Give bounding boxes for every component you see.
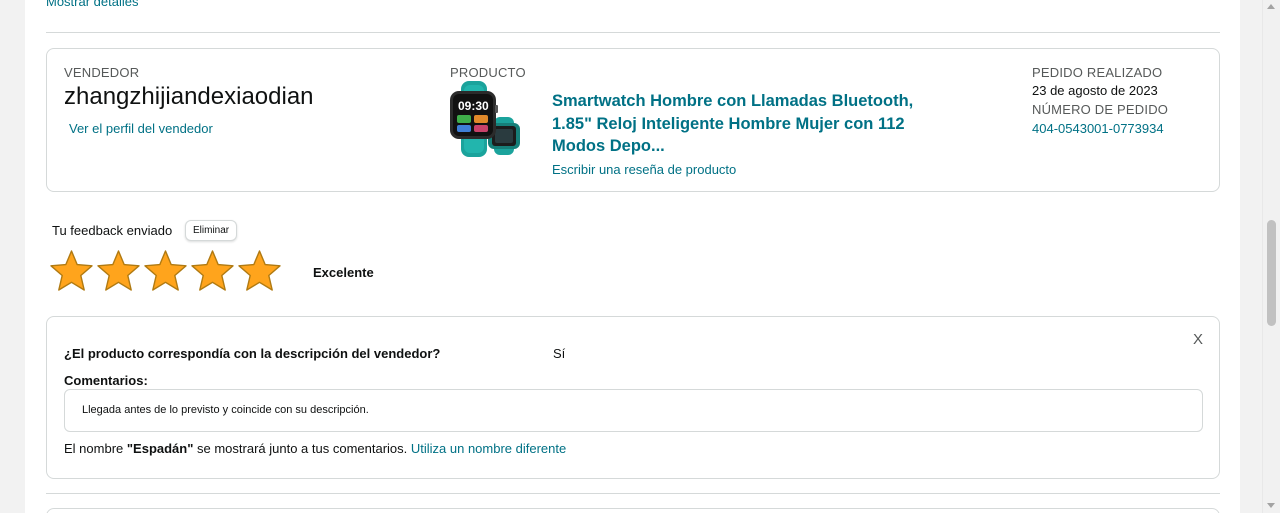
comment-text: Llegada antes de lo previsto y coincide … (82, 404, 369, 416)
order-card: VENDEDOR zhangzhijiandexiaodian Ver el p… (46, 48, 1220, 192)
product-title-link[interactable]: Smartwatch Hombre con Llamadas Bluetooth… (552, 90, 942, 158)
star-icon[interactable] (189, 249, 236, 293)
product-image[interactable]: 09:30 (448, 79, 528, 159)
star-rating[interactable] (48, 249, 283, 293)
watch-time: 09:30 (458, 99, 489, 113)
feedback-question-card: X ¿El producto correspondía con la descr… (46, 316, 1220, 479)
star-icon[interactable] (236, 249, 283, 293)
vertical-scrollbar[interactable] (1262, 0, 1280, 513)
next-order-card (46, 508, 1220, 513)
seller-label: VENDEDOR (64, 65, 140, 80)
seller-profile-link[interactable]: Ver el perfil del vendedor (69, 121, 213, 136)
scrollbar-thumb[interactable] (1267, 220, 1276, 326)
comments-label: Comentarios: (64, 373, 148, 388)
delete-feedback-button[interactable]: Eliminar (185, 220, 238, 241)
star-icon[interactable] (95, 249, 142, 293)
scroll-down-arrow-icon[interactable] (1267, 503, 1275, 508)
star-icon[interactable] (142, 249, 189, 293)
question-answer: Sí (553, 346, 566, 361)
divider (46, 32, 1220, 33)
display-name: "Espadán" (126, 441, 194, 456)
star-icon[interactable] (48, 249, 95, 293)
name-prefix: El nombre (64, 441, 127, 456)
order-number-label: NÚMERO DE PEDIDO (1032, 102, 1169, 117)
order-date: 23 de agosto de 2023 (1032, 83, 1158, 98)
divider (46, 493, 1220, 494)
write-review-link[interactable]: Escribir una reseña de producto (552, 162, 736, 177)
close-icon[interactable]: X (1193, 331, 1203, 348)
rating-text: Excelente (313, 265, 374, 280)
change-name-link[interactable]: Utiliza un nombre diferente (411, 441, 566, 456)
comment-box: Llegada antes de lo previsto y coincide … (64, 389, 1203, 432)
scroll-up-arrow-icon[interactable] (1267, 4, 1275, 9)
question-text: ¿El producto correspondía con la descrip… (64, 346, 441, 361)
order-placed-label: PEDIDO REALIZADO (1032, 65, 1163, 80)
feedback-sent-label: Tu feedback enviado (52, 223, 173, 238)
seller-name: zhangzhijiandexiaodian (64, 83, 314, 110)
order-number-link[interactable]: 404-0543001-0773934 (1032, 121, 1164, 136)
show-details-link[interactable]: Mostrar detalles (46, 0, 138, 9)
product-label: PRODUCTO (450, 65, 526, 80)
display-name-note: El nombre "Espadán" se mostrará junto a … (64, 441, 566, 456)
page: Mostrar detalles VENDEDOR zhangzhijiande… (0, 0, 1262, 513)
name-suffix: se mostrará junto a tus comentarios. (193, 441, 411, 456)
